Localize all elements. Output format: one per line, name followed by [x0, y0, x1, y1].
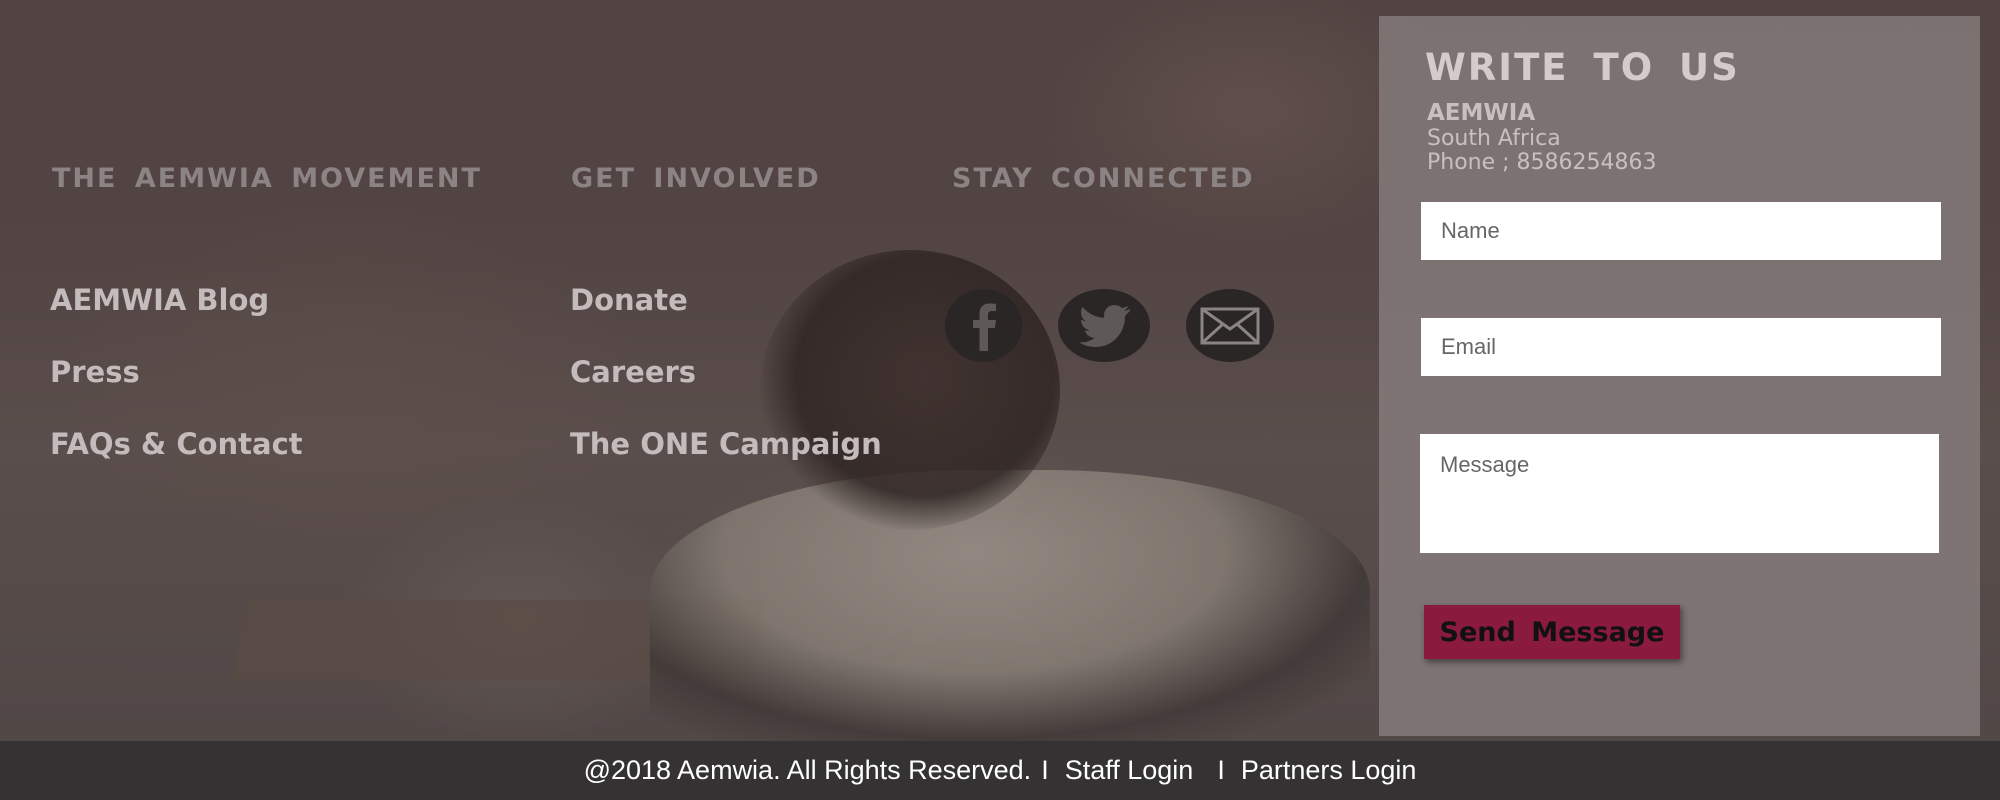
donate-link[interactable]: Donate — [570, 283, 688, 317]
org-name: AEMWIA — [1427, 100, 1536, 126]
twitter-icon — [1079, 304, 1130, 347]
footer-separator: I — [1217, 755, 1225, 785]
send-message-button[interactable]: Send Message — [1424, 605, 1680, 659]
twitter-button[interactable] — [1058, 289, 1150, 362]
press-link[interactable]: Press — [50, 355, 140, 389]
facebook-icon — [972, 303, 996, 351]
email-button[interactable] — [1186, 289, 1274, 362]
careers-link[interactable]: Careers — [570, 355, 696, 389]
faqs-contact-link[interactable]: FAQs & Contact — [50, 427, 303, 461]
name-input[interactable] — [1421, 202, 1941, 260]
org-location: South Africa — [1427, 126, 1561, 151]
aemwia-blog-link[interactable]: AEMWIA Blog — [50, 283, 269, 317]
email-icon — [1200, 307, 1260, 344]
footer-separator: I — [1041, 755, 1049, 785]
get-involved-heading: GET INVOLVED — [571, 163, 821, 194]
stay-connected-heading: STAY CONNECTED — [952, 163, 1255, 194]
email-input[interactable] — [1421, 318, 1941, 376]
write-to-us-title: WRITE TO US — [1425, 46, 1740, 89]
staff-login-link[interactable]: Staff Login — [1065, 755, 1194, 786]
copyright-text: @2018 Aemwia. All Rights Reserved. — [583, 755, 1032, 785]
org-phone: Phone ; 8586254863 — [1427, 150, 1657, 175]
footer-bar: @2018 Aemwia. All Rights Reserved. I Sta… — [0, 741, 2000, 800]
one-campaign-link[interactable]: The ONE Campaign — [570, 427, 882, 461]
contact-panel: WRITE TO US AEMWIA South Africa Phone ; … — [1379, 16, 1980, 736]
movement-heading: THE AEMWIA MOVEMENT — [52, 163, 482, 194]
facebook-button[interactable] — [945, 289, 1022, 362]
message-textarea[interactable] — [1420, 434, 1939, 553]
partners-login-link[interactable]: Partners Login — [1241, 755, 1417, 786]
